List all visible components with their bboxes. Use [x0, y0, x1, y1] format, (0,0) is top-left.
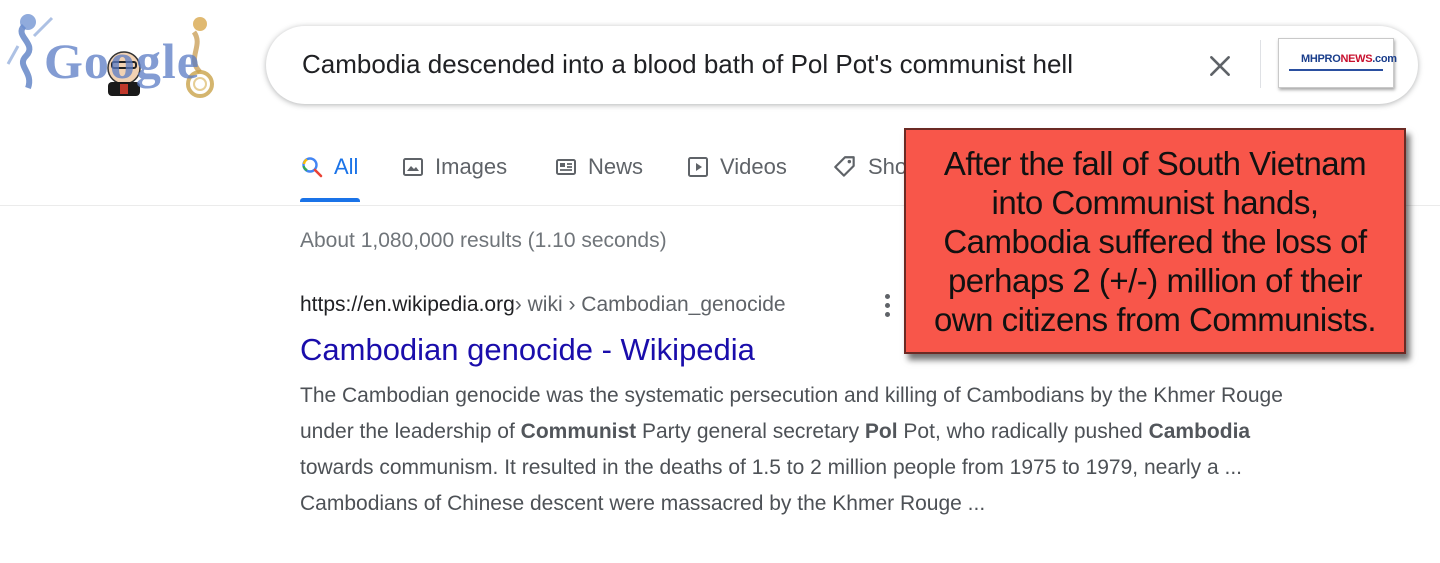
- snippet-highlight: Pol: [864, 420, 898, 443]
- close-icon: [1210, 56, 1230, 76]
- clear-search-button[interactable]: [1202, 48, 1238, 84]
- result-title-link[interactable]: Cambodian genocide - Wikipedia: [300, 332, 755, 368]
- tab-all[interactable]: All: [300, 150, 358, 184]
- result-url: https://en.wikipedia.org: [300, 293, 515, 316]
- tab-label: Images: [435, 154, 508, 179]
- result-breadcrumb[interactable]: https://en.wikipedia.org › wiki › Cambod…: [300, 291, 786, 319]
- search-input[interactable]: [302, 46, 1162, 82]
- annotation-callout: After the fall of South Vietnam into Com…: [904, 128, 1406, 354]
- google-logo[interactable]: Google: [4, 6, 232, 106]
- tab-news[interactable]: News: [554, 150, 643, 184]
- logo-text: Google: [44, 33, 200, 89]
- search-icon: [300, 155, 324, 179]
- snippet-highlight: Communist: [520, 420, 637, 443]
- brand-logo: MHPRONEWS.com: [1301, 53, 1397, 65]
- result-path: › wiki › Cambodian_genocide: [514, 293, 786, 316]
- search-bar: MHPRONEWS.com: [266, 26, 1418, 104]
- tab-label: News: [588, 154, 644, 179]
- snippet-text: towards communism. It resulted in the de…: [300, 456, 1243, 515]
- tab-label: Videos: [720, 154, 787, 179]
- tab-shopping[interactable]: Sho: [832, 150, 907, 184]
- callout-text: After the fall of South Vietnam into Com…: [915, 144, 1395, 339]
- callout-line: into Communist hands,: [991, 183, 1320, 221]
- result-snippet: The Cambodian genocide was the systemati…: [300, 378, 1310, 522]
- snippet-text: Pot, who radically pushed: [897, 420, 1149, 443]
- brand-thumbnail: MHPRONEWS.com: [1278, 38, 1397, 88]
- callout-line: Cambodia suffered the loss of: [943, 222, 1367, 260]
- callout-line: After the fall of South Vietnam: [943, 144, 1367, 182]
- search-divider: [1260, 40, 1261, 88]
- tab-label: All: [334, 154, 359, 179]
- snippet-highlight: Cambodia: [1148, 420, 1251, 443]
- callout-line: own citizens from Communists.: [933, 300, 1377, 338]
- news-icon: [554, 155, 578, 179]
- result-stats: About 1,080,000 results (1.10 seconds): [300, 229, 667, 252]
- active-tab-indicator: [300, 198, 360, 202]
- tab-videos[interactable]: Videos: [686, 150, 787, 184]
- tab-label: Sho: [868, 154, 908, 179]
- tab-images[interactable]: Images: [401, 150, 507, 184]
- image-icon: [401, 155, 425, 179]
- play-icon: [686, 155, 710, 179]
- tag-icon: [832, 154, 858, 180]
- callout-line: perhaps 2 (+/-) million of their: [947, 261, 1363, 299]
- more-options-icon[interactable]: [878, 292, 896, 318]
- snippet-text: Party general secretary: [636, 420, 865, 443]
- brand-rule: [1289, 69, 1383, 71]
